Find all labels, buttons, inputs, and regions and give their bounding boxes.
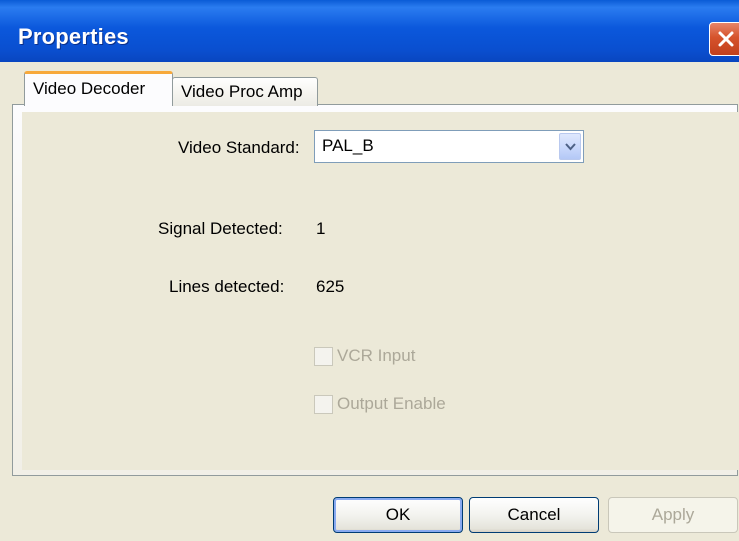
signal-detected-label: Signal Detected:: [158, 219, 283, 238]
video-standard-select[interactable]: PAL_B: [314, 130, 584, 163]
tab-video-proc-amp[interactable]: Video Proc Amp: [172, 77, 318, 106]
ok-button[interactable]: OK: [333, 497, 463, 533]
window-title: Properties: [18, 24, 129, 49]
dropdown-button[interactable]: [559, 133, 581, 160]
lines-detected-label: Lines detected:: [169, 277, 285, 296]
close-button[interactable]: [709, 22, 739, 56]
tab-label: Video Decoder: [33, 79, 146, 98]
properties-dialog: Properties Video Decoder Video Proc Amp …: [0, 0, 739, 541]
video-decoder-page: [22, 112, 738, 470]
video-standard-label: Video Standard:: [178, 138, 300, 157]
lines-detected-value: 625: [316, 277, 345, 296]
tab-video-decoder[interactable]: Video Decoder: [24, 71, 173, 106]
apply-button[interactable]: Apply: [608, 497, 738, 533]
title-bar[interactable]: Properties: [0, 0, 739, 62]
vcr-input-checkbox[interactable]: [314, 347, 333, 366]
close-icon: [718, 31, 734, 47]
video-standard-value: PAL_B: [322, 136, 374, 155]
output-enable-label: Output Enable: [337, 394, 446, 413]
output-enable-checkbox[interactable]: [314, 395, 333, 414]
chevron-down-icon: [565, 143, 576, 151]
vcr-input-label: VCR Input: [337, 346, 416, 365]
signal-detected-value: 1: [316, 219, 326, 238]
cancel-button[interactable]: Cancel: [469, 497, 599, 533]
tab-label: Video Proc Amp: [181, 82, 303, 101]
